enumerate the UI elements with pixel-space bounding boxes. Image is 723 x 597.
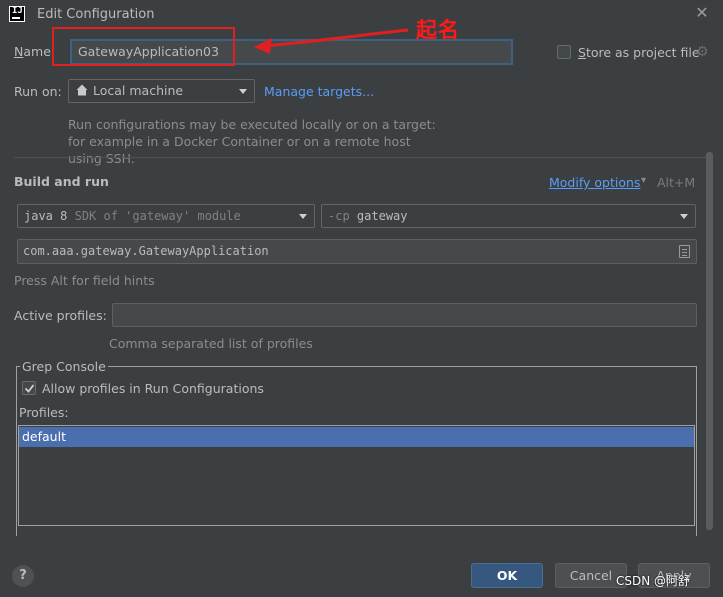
store-as-project-file-checkbox[interactable] <box>557 45 571 59</box>
chevron-down-icon <box>299 214 307 219</box>
classpath-flag: -cp <box>328 209 350 223</box>
jre-description: SDK of 'gateway' module <box>74 209 241 223</box>
grep-console-title: Grep Console <box>20 359 108 374</box>
build-and-run-title: Build and run <box>14 174 109 189</box>
gear-icon[interactable]: ⚙ <box>696 44 709 60</box>
section-divider <box>14 157 707 158</box>
run-on-hint: Run configurations may be executed local… <box>68 117 436 166</box>
csdn-watermark: CSDN @阿舒 <box>616 574 691 588</box>
allow-profiles-label[interactable]: Allow profiles in Run Configurations <box>42 381 264 396</box>
store-as-project-file-label[interactable]: Store as project file <box>578 45 700 60</box>
vertical-scrollbar[interactable] <box>706 152 713 530</box>
chevron-down-icon <box>239 89 247 94</box>
annotation-note: 起名 <box>416 18 460 42</box>
window-title: Edit Configuration <box>37 7 155 22</box>
jre-value: java 8 <box>24 209 68 223</box>
annotation-highlight-box <box>52 27 235 66</box>
profiles-list-label: Profiles: <box>19 405 69 420</box>
field-hints-text: Press Alt for field hints <box>14 273 155 288</box>
chevron-down-icon <box>680 214 688 219</box>
modify-options-link[interactable]: Modify options <box>549 175 640 190</box>
manage-targets-link[interactable]: Manage targets... <box>264 84 374 99</box>
active-profiles-hint: Comma separated list of profiles <box>109 336 313 351</box>
annotation-arrow <box>254 28 409 54</box>
classpath-module-value: gateway <box>356 209 408 223</box>
chevron-down-icon: ▾ <box>641 175 647 186</box>
jre-select[interactable]: java 8 SDK of 'gateway' module <box>17 204 315 228</box>
main-class-input[interactable]: com.aaa.gateway.GatewayApplication <box>17 239 697 264</box>
close-icon[interactable]: ✕ <box>693 4 711 22</box>
active-profiles-label: Active profiles: <box>14 308 107 323</box>
intellij-app-icon <box>9 6 25 22</box>
checkmark-icon <box>24 384 35 393</box>
home-icon <box>76 84 88 96</box>
run-on-label: Run on: <box>14 84 62 99</box>
ok-button[interactable]: OK <box>471 563 543 588</box>
run-on-select[interactable]: Local machine <box>68 79 255 103</box>
active-profiles-input[interactable] <box>112 303 697 327</box>
modify-options-shortcut: Alt+M <box>657 175 696 190</box>
name-label: Name: <box>14 44 56 59</box>
run-on-selected-value: Local machine <box>93 83 184 98</box>
help-button[interactable]: ? <box>12 565 34 587</box>
list-item[interactable]: default <box>19 427 694 447</box>
classpath-module-select[interactable]: -cp gateway <box>321 204 696 228</box>
allow-profiles-checkbox[interactable] <box>22 381 36 395</box>
browse-document-icon[interactable] <box>679 245 690 258</box>
